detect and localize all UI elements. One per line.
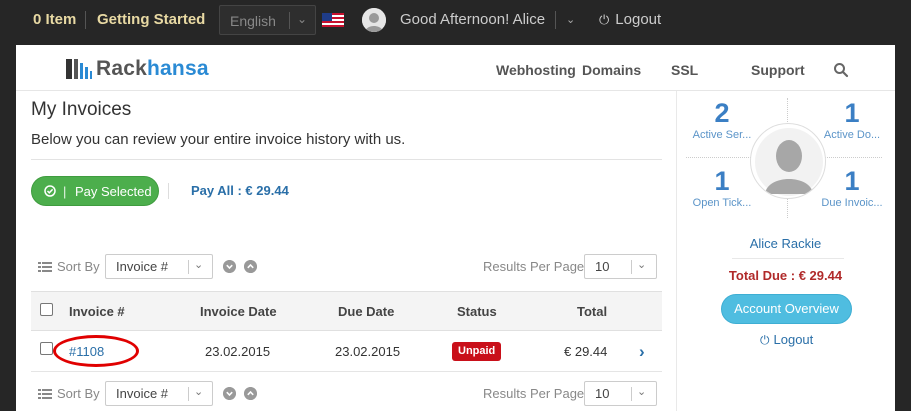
chevron-down-icon[interactable]: ⌄ — [566, 13, 575, 26]
getting-started-link[interactable]: Getting Started — [97, 11, 205, 28]
profile-avatar — [750, 123, 826, 199]
check-circle-icon — [44, 185, 56, 197]
sort-toolbar-top: Sort By Invoice # ⌄ Results Per Page 10 … — [31, 254, 662, 280]
total-due: Total Due : € 29.44 — [728, 268, 843, 283]
pay-divider — [168, 183, 169, 199]
sort-by-label: Sort By — [57, 259, 100, 274]
list-icon — [38, 389, 52, 399]
column-invoice-number[interactable]: Invoice # — [69, 304, 125, 319]
highlight-circle — [53, 335, 139, 367]
select-divider — [188, 260, 189, 274]
user-name[interactable]: Alice Rackie — [676, 236, 895, 251]
pay-selected-button[interactable]: | Pay Selected — [31, 176, 159, 206]
language-value: English — [230, 13, 276, 29]
list-icon — [38, 262, 52, 272]
select-all-checkbox[interactable] — [40, 303, 53, 316]
topbar-divider — [555, 11, 556, 29]
account-overview-button[interactable]: Account Overview — [721, 294, 852, 324]
header-divider — [16, 90, 895, 91]
select-divider — [289, 12, 290, 29]
status-badge: Unpaid — [452, 342, 502, 361]
results-per-page-value: 10 — [595, 386, 610, 401]
sort-descending-icon[interactable] — [223, 260, 236, 273]
sort-by-value: Invoice # — [116, 259, 169, 274]
top-bar: 0 Item Getting Started English ⌄ Good Af… — [0, 0, 911, 40]
us-flag-icon[interactable] — [322, 13, 344, 27]
sort-descending-icon[interactable] — [223, 387, 236, 400]
logo-text: Rackhansa — [96, 57, 209, 80]
invoice-date: 23.02.2015 — [205, 344, 271, 359]
power-icon: ⏻ — [760, 333, 770, 347]
pay-selected-label: Pay Selected — [75, 184, 152, 199]
chevron-down-icon: ⌄ — [637, 259, 647, 271]
greeting-text[interactable]: Good Afternoon! Alice — [400, 11, 545, 28]
stat-value: 1 — [844, 98, 860, 128]
main-panel: Rackhansa Webhosting Domains SSL Support… — [16, 45, 895, 411]
sort-ascending-icon[interactable] — [244, 260, 257, 273]
topbar-divider — [85, 11, 86, 29]
page-title: My Invoices — [31, 99, 132, 120]
section-divider — [31, 159, 662, 160]
sort-toolbar-bottom: Sort By Invoice # ⌄ Results Per Page 10 … — [31, 381, 662, 407]
column-total[interactable]: Total — [577, 304, 607, 319]
nav-ssl[interactable]: SSL — [671, 62, 698, 78]
stat-label: Active Do... — [823, 129, 881, 141]
invoice-total: € 29.44 — [564, 344, 608, 359]
sort-by-select[interactable]: Invoice # ⌄ — [105, 254, 213, 279]
row-checkbox[interactable] — [40, 342, 53, 355]
results-per-page-select[interactable]: 10 ⌄ — [584, 381, 657, 406]
power-icon: ⏻ — [599, 12, 610, 27]
results-per-page-label: Results Per Page — [483, 386, 585, 401]
nav-support[interactable]: Support — [751, 62, 805, 78]
nav-webhosting[interactable]: Webhosting — [496, 62, 576, 78]
chevron-down-icon: ⌄ — [637, 386, 647, 398]
language-select[interactable]: English ⌄ — [219, 5, 316, 35]
stat-label: Open Tick... — [692, 197, 752, 209]
due-date: 23.02.2015 — [335, 344, 401, 359]
select-divider — [631, 387, 632, 401]
invoice-table-header: Invoice # Invoice Date Due Date Status T… — [31, 291, 662, 331]
logo-bars-icon — [66, 59, 92, 79]
search-icon[interactable] — [833, 62, 849, 78]
column-status[interactable]: Status — [457, 304, 497, 319]
select-divider — [188, 387, 189, 401]
cart-items-link[interactable]: 0 Item — [33, 11, 76, 28]
stat-value: 1 — [714, 166, 730, 196]
logout-label: Logout — [773, 332, 814, 347]
chevron-down-icon: ⌄ — [297, 12, 308, 26]
stat-open-tickets[interactable]: 1 Open Tick... — [682, 166, 762, 210]
nav-domains[interactable]: Domains — [582, 62, 641, 78]
sidebar-logout-link[interactable]: ⏻ Logout — [760, 332, 813, 348]
stat-label: Active Ser... — [692, 129, 752, 141]
chevron-right-icon[interactable]: › — [639, 342, 645, 362]
column-invoice-date[interactable]: Invoice Date — [200, 304, 277, 319]
page-subtitle: Below you can review your entire invoice… — [31, 131, 406, 148]
sort-ascending-icon[interactable] — [244, 387, 257, 400]
results-per-page-select[interactable]: 10 ⌄ — [584, 254, 657, 279]
stat-value: 2 — [714, 98, 730, 128]
stat-active-domains[interactable]: 1 Active Do... — [812, 98, 892, 142]
select-divider — [631, 260, 632, 274]
chevron-down-icon: ⌄ — [194, 386, 204, 398]
results-per-page-value: 10 — [595, 259, 610, 274]
stat-active-services[interactable]: 2 Active Ser... — [682, 98, 762, 142]
stat-label: Due Invoic... — [821, 197, 883, 209]
table-row[interactable]: #1108 23.02.2015 23.02.2015 Unpaid € 29.… — [31, 331, 662, 372]
results-per-page-label: Results Per Page — [483, 259, 585, 274]
sort-by-label: Sort By — [57, 386, 100, 401]
logout-link[interactable]: ⏻ Logout — [599, 11, 661, 28]
sort-by-select[interactable]: Invoice # ⌄ — [105, 381, 213, 406]
pay-all-link[interactable]: Pay All : € 29.44 — [191, 183, 289, 198]
chevron-down-icon: ⌄ — [194, 259, 204, 271]
content-divider — [676, 91, 677, 411]
logout-label: Logout — [615, 11, 662, 28]
sort-by-value: Invoice # — [116, 386, 169, 401]
button-separator: | — [63, 184, 67, 199]
sidebar-divider — [732, 258, 844, 259]
user-avatar[interactable] — [362, 8, 386, 32]
column-due-date[interactable]: Due Date — [338, 304, 394, 319]
